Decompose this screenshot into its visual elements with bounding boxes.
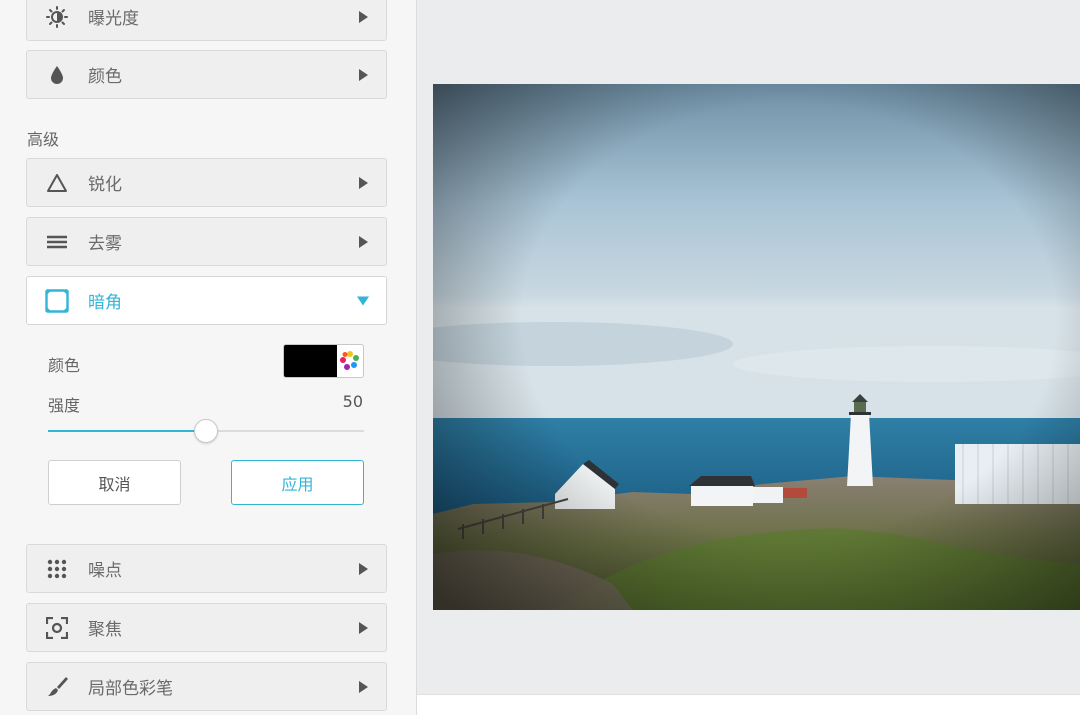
- cancel-button[interactable]: 取消: [48, 460, 181, 505]
- panel-label: 噪点: [88, 561, 122, 581]
- panel-vignette[interactable]: 暗角: [26, 276, 387, 325]
- expand-arrow-icon: [359, 176, 368, 189]
- palette-icon: [337, 345, 363, 377]
- exposure-icon: [45, 5, 69, 29]
- vignette-strength-value: 50: [342, 392, 363, 411]
- apply-button[interactable]: 应用: [231, 460, 364, 505]
- panel-label: 锐化: [88, 175, 122, 195]
- color-swatch-fill: [284, 345, 337, 377]
- expand-arrow-icon: [359, 621, 368, 634]
- strength-slider[interactable]: [48, 419, 364, 443]
- panel-sharpen[interactable]: 锐化: [26, 158, 387, 207]
- expand-arrow-icon: [359, 235, 368, 248]
- panel-label: 颜色: [88, 67, 122, 87]
- expand-arrow-icon: [359, 10, 368, 23]
- brush-icon: [45, 675, 69, 699]
- panel-label: 聚焦: [88, 620, 122, 640]
- photo-preview[interactable]: [433, 84, 1080, 610]
- panel-label: 局部色彩笔: [88, 679, 173, 699]
- vignette-strength-label: 强度: [48, 396, 81, 415]
- panel-dehaze[interactable]: 去雾: [26, 217, 387, 266]
- bottom-toolbar: [417, 694, 1080, 715]
- triangle-icon: [45, 171, 69, 195]
- panel-label: 曝光度: [88, 9, 139, 29]
- panel-exposure[interactable]: 曝光度: [26, 0, 387, 41]
- vignette-icon: [45, 288, 69, 313]
- panel-focus[interactable]: 聚焦: [26, 603, 387, 652]
- slider-fill: [48, 430, 206, 432]
- expand-arrow-icon: [359, 562, 368, 575]
- advanced-section-label: 高级: [27, 130, 60, 149]
- panel-local-color-brush[interactable]: 局部色彩笔: [26, 662, 387, 711]
- focus-icon: [45, 616, 69, 640]
- collapse-arrow-icon: [357, 296, 369, 305]
- expand-arrow-icon: [359, 68, 368, 81]
- panel-label: 去雾: [88, 234, 122, 254]
- panel-color[interactable]: 颜色: [26, 50, 387, 99]
- expand-arrow-icon: [359, 680, 368, 693]
- vignette-color-label: 颜色: [48, 356, 81, 375]
- panel-noise[interactable]: 噪点: [26, 544, 387, 593]
- vignette-color-picker[interactable]: [283, 344, 364, 378]
- droplet-icon: [45, 63, 69, 87]
- adjustments-sidebar: 曝光度 颜色 高级 锐化 去雾 暗角 颜色 强度 50 取消 应用 噪点 聚焦 …: [0, 0, 417, 715]
- panel-label: 暗角: [88, 293, 122, 313]
- slider-thumb[interactable]: [194, 419, 218, 443]
- grid-dots-icon: [45, 557, 69, 581]
- lines-icon: [45, 230, 69, 254]
